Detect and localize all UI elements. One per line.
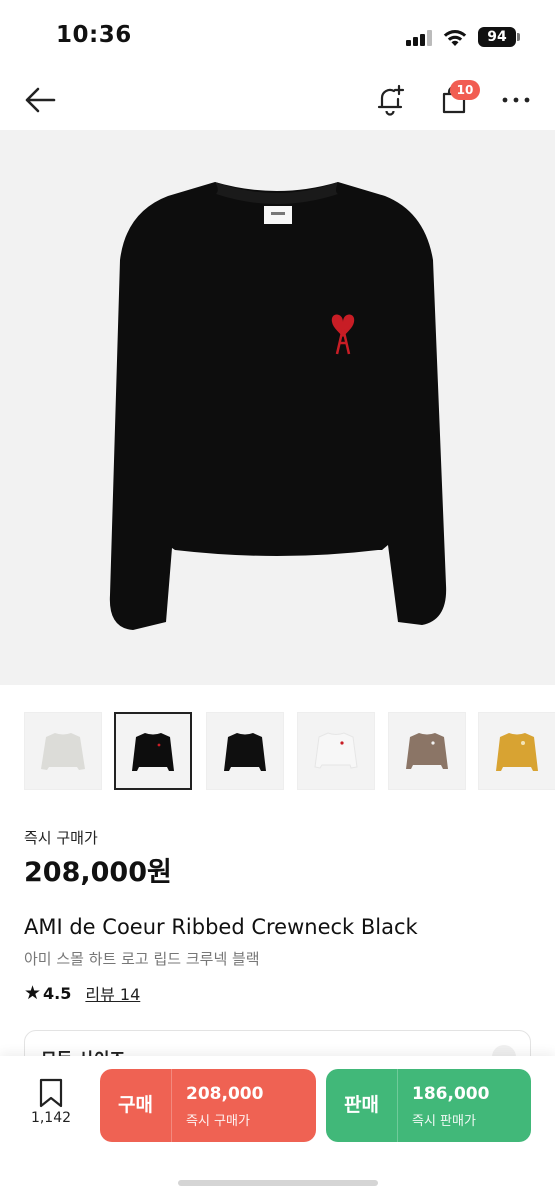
rating-score: 4.5 [43,983,72,1003]
thumbnail-sweater-image [314,732,358,769]
product-main-image[interactable] [0,130,555,685]
product-title-en: AMI de Coeur Ribbed Crewneck Black [24,915,418,939]
thumbnail-light-gray[interactable] [24,712,102,790]
notification-button[interactable] [366,78,414,122]
arrow-left-icon [25,87,56,113]
thumbnail-black-selected[interactable] [114,712,192,790]
instant-buy-price: 208,000원 [24,857,172,888]
thumbnail-sweater-image [496,733,538,771]
wishlist-button[interactable]: 1,142 [22,1078,80,1134]
more-options-button[interactable] [492,78,540,122]
bottom-action-bar: 1,142 구매 208,000 즉시 구매가 판매 186,000 즉시 판매… [0,1056,555,1200]
bookmark-icon [39,1078,63,1108]
thumbnail-sweater-image [41,733,85,770]
sell-button[interactable]: 판매 186,000 즉시 판매가 [326,1069,531,1142]
status-time: 10:36 [56,22,132,48]
sell-button-amount: 186,000 [412,1084,490,1104]
bell-plus-icon [377,84,405,116]
wishlist-count: 1,142 [30,1110,72,1126]
sell-button-sublabel: 즉시 판매가 [412,1114,476,1129]
buy-button-label: 구매 [100,1069,172,1142]
sweater-illustration [109,182,447,630]
star-icon: ★ [24,982,42,1004]
sell-button-label: 판매 [326,1069,398,1142]
home-indicator [178,1180,378,1186]
product-title-ko: 아미 스몰 하트 로고 립드 크루넥 블랙 [24,950,260,968]
thumbnail-brown[interactable] [388,712,466,790]
thumbnail-sweater-image [224,733,266,771]
price-label: 즉시 구매가 [24,829,98,847]
buy-button[interactable]: 구매 208,000 즉시 구매가 [100,1069,316,1142]
signal-icon [406,30,434,46]
cart-count-badge: 10 [450,80,480,100]
status-bar: 10:36 94 [0,0,555,72]
thumbnail-strip [24,712,555,792]
battery-indicator: 94 [478,27,520,47]
thumbnail-black[interactable] [206,712,284,790]
thumbnail-white[interactable] [297,712,375,790]
buy-button-amount: 208,000 [186,1084,264,1104]
more-horizontal-icon [502,97,530,103]
thumbnail-sweater-image [406,733,448,769]
review-link[interactable]: 리뷰 14 [85,981,140,1005]
buy-button-sublabel: 즉시 구매가 [186,1114,250,1129]
thumbnail-yellow[interactable] [478,712,555,790]
back-button[interactable] [16,78,64,122]
rating-row: ★ 4.5 리뷰 14 [24,981,140,1005]
thumbnail-sweater-image [132,733,174,771]
wifi-icon [443,30,467,46]
